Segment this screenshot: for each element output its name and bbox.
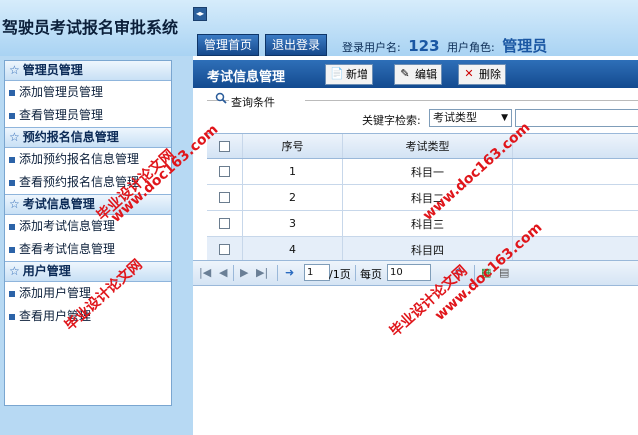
data-table: 序号 考试类型 1 科目一 2 科目二 3 科目三 4 科目四 — [207, 133, 638, 263]
username-value: 123 — [408, 37, 440, 55]
sidebar-item-label: 查看考试信息管理 — [19, 242, 116, 256]
sidebar-item-label: 添加考试信息管理 — [19, 219, 116, 233]
add-label: 新增 — [346, 68, 368, 81]
next-page-icon[interactable]: ▶ — [240, 266, 248, 279]
row-empty — [513, 185, 638, 210]
sidebar-item-view-admin[interactable]: 查看管理员管理 — [5, 104, 171, 127]
star-icon: ☆ — [9, 197, 20, 211]
star-icon: ☆ — [9, 130, 20, 144]
row-type: 科目四 — [343, 237, 513, 262]
row-checkbox-cell — [207, 185, 243, 210]
total-pages: /1页 — [329, 268, 351, 281]
sidebar-item-label: 添加用户管理 — [19, 286, 92, 300]
role-value: 管理员 — [502, 37, 548, 55]
row-checkbox-cell — [207, 211, 243, 236]
sidebar-item-label: 添加管理员管理 — [19, 85, 104, 99]
edit-label: 编辑 — [415, 68, 437, 81]
go-page-icon[interactable]: ➜ — [285, 266, 294, 279]
row-no: 2 — [243, 185, 343, 210]
bullet-icon — [9, 313, 15, 320]
delete-x-icon: ✕ — [464, 67, 474, 80]
table-row[interactable]: 1 科目一 — [207, 159, 638, 185]
main-header: 考试信息管理 📄 新增 ✎ 编辑 ✕ 删除 — [193, 60, 638, 88]
column-header-empty — [513, 134, 638, 158]
sidebar-panel: ☆ 管理员管理 添加管理员管理 查看管理员管理 ☆ 预约报名信息管理 添加预约报名信… — [4, 60, 172, 406]
bullet-icon — [9, 290, 15, 297]
section-title: 用户管理 — [22, 264, 71, 278]
keyword-label: 关键字检索: — [362, 114, 421, 127]
row-checkbox[interactable] — [219, 244, 230, 255]
bullet-icon — [9, 246, 15, 253]
add-button[interactable]: 📄 新增 — [325, 64, 373, 85]
filter-legend: 查询条件 — [231, 96, 275, 109]
pencil-icon: ✎ — [400, 67, 410, 80]
keyword-input[interactable] — [515, 109, 638, 127]
filter-divider — [305, 100, 638, 101]
row-no: 1 — [243, 159, 343, 184]
section-title: 管理员管理 — [22, 63, 83, 77]
collapse-toggle-icon[interactable]: ◂▸ — [193, 7, 207, 21]
chevron-down-icon: ▼ — [501, 113, 508, 123]
bullet-icon — [9, 223, 15, 230]
home-button[interactable]: 管理首页 — [197, 34, 260, 56]
keyword-select[interactable]: 考试类型 ▼ — [429, 109, 512, 127]
user-info: 登录用户名: 123 用户角色: 管理员 — [342, 35, 551, 56]
sidebar-item-add-admin[interactable]: 添加管理员管理 — [5, 81, 171, 104]
table-header-row: 序号 考试类型 — [207, 133, 638, 159]
delete-button[interactable]: ✕ 删除 — [458, 64, 506, 85]
pager-divider — [355, 265, 356, 281]
per-page-label: 每页 — [360, 268, 382, 281]
top-header: 驾驶员考试报名审批系统 ◂▸ 管理首页 退出登录 登录用户名: 123 用户角色… — [0, 0, 638, 56]
column-header-no[interactable]: 序号 — [243, 134, 343, 158]
row-checkbox[interactable] — [219, 166, 230, 177]
star-icon: ☆ — [9, 264, 20, 278]
delete-label: 删除 — [479, 68, 501, 81]
prev-page-icon[interactable]: ◀ — [219, 266, 227, 279]
row-empty — [513, 159, 638, 184]
pager-divider — [277, 265, 278, 281]
section-title: 考试信息管理 — [22, 197, 95, 211]
row-checkbox[interactable] — [219, 192, 230, 203]
page-size-select[interactable]: 10 — [387, 264, 431, 281]
edit-button[interactable]: ✎ 编辑 — [394, 64, 442, 85]
row-no: 4 — [243, 237, 343, 262]
star-icon: ☆ — [9, 63, 20, 77]
sidebar: ☆ 管理员管理 添加管理员管理 查看管理员管理 ☆ 预约报名信息管理 添加预约报名信… — [0, 56, 193, 435]
section-title: 预约报名信息管理 — [22, 130, 119, 144]
sidebar-item-view-exam[interactable]: 查看考试信息管理 — [5, 238, 171, 261]
main-content: 考试信息管理 📄 新增 ✎ 编辑 ✕ 删除 查询条件 关键字检索: 考试类型 ▼ 序号… — [193, 56, 638, 435]
role-label: 用户角色: — [447, 41, 495, 54]
row-checkbox-cell — [207, 159, 243, 184]
search-icon — [215, 92, 227, 104]
pagination-bar: |◀ ◀ ▶ ▶| ➜ 1 /1页 每页 10 ⟳ ▦ ▤ — [193, 260, 638, 286]
select-all-checkbox[interactable] — [219, 140, 230, 152]
sidebar-item-label: 添加预约报名信息管理 — [19, 152, 140, 166]
bullet-icon — [9, 156, 15, 163]
bullet-icon — [9, 89, 15, 96]
table-row[interactable]: 2 科目二 — [207, 185, 638, 211]
app-title: 驾驶员考试报名审批系统 — [2, 18, 179, 37]
sidebar-item-label: 查看管理员管理 — [19, 108, 104, 122]
first-page-icon[interactable]: |◀ — [199, 266, 211, 279]
last-page-icon[interactable]: ▶| — [256, 266, 268, 279]
logout-button[interactable]: 退出登录 — [265, 34, 328, 56]
new-document-icon: 📄 — [330, 67, 344, 80]
sidebar-section-admin[interactable]: ☆ 管理员管理 — [5, 61, 171, 81]
row-no: 3 — [243, 211, 343, 236]
page-number-input[interactable]: 1 — [304, 264, 330, 281]
sidebar-section-user[interactable]: ☆ 用户管理 — [5, 261, 171, 282]
keyword-select-value: 考试类型 — [433, 111, 477, 124]
sidebar-item-add-exam[interactable]: 添加考试信息管理 — [5, 215, 171, 238]
page-title: 考试信息管理 — [207, 70, 286, 85]
sidebar-section-booking[interactable]: ☆ 预约报名信息管理 — [5, 127, 171, 148]
pager-divider — [233, 265, 234, 281]
bullet-icon — [9, 112, 15, 119]
bullet-icon — [9, 179, 15, 186]
row-checkbox[interactable] — [219, 218, 230, 229]
username-label: 登录用户名: — [342, 41, 401, 54]
row-checkbox-cell — [207, 237, 243, 262]
